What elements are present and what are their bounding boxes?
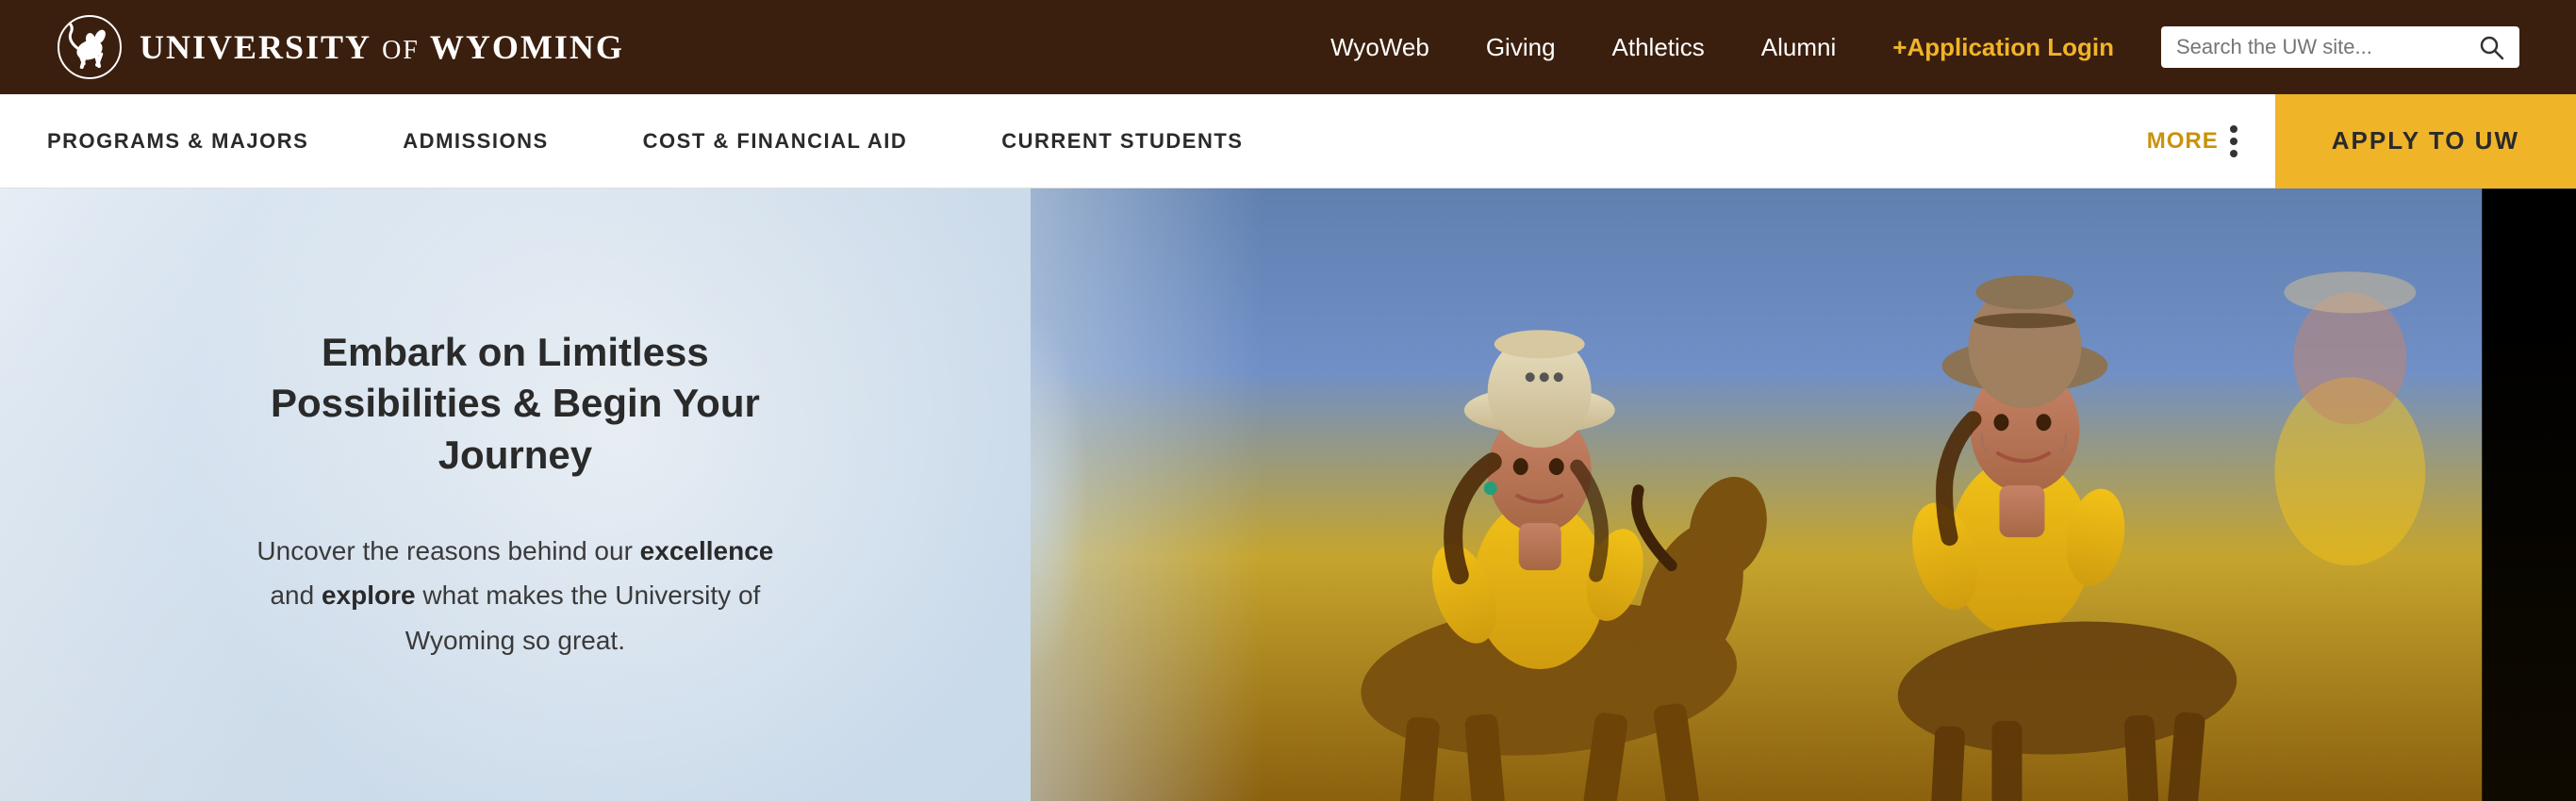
hero-section: Embark on Limitless Possibilities & Begi…	[0, 188, 2576, 801]
more-label: More	[2147, 128, 2219, 155]
nav-admissions[interactable]: Admissions	[355, 94, 595, 188]
apply-to-uw-button[interactable]: Apply to UW	[2275, 94, 2576, 188]
nav-link-wyoweb[interactable]: WyoWeb	[1330, 33, 1429, 62]
hero-content: Embark on Limitless Possibilities & Begi…	[232, 327, 798, 663]
hero-desc-text2: and	[270, 580, 322, 610]
hero-desc-bold2: explore	[322, 580, 416, 610]
top-nav-links: WyoWeb Giving Athletics Alumni +Applicat…	[1330, 33, 2114, 62]
hero-image-area	[1031, 188, 2576, 801]
hero-rodeo-image	[1031, 188, 2576, 801]
logo-area[interactable]: University of Wyoming	[57, 14, 624, 80]
secondary-navigation: Programs & Majors Admissions Cost & Fina…	[0, 94, 2576, 188]
top-navigation: University of Wyoming WyoWeb Giving Athl…	[0, 0, 2576, 94]
search-icon	[2478, 34, 2504, 60]
hero-desc-text3: what makes the University of Wyoming so …	[405, 580, 761, 655]
more-button[interactable]: More	[2109, 125, 2275, 157]
uw-logo-icon	[57, 14, 123, 80]
nav-programs-majors[interactable]: Programs & Majors	[0, 94, 355, 188]
nav-link-alumni[interactable]: Alumni	[1761, 33, 1836, 62]
hero-title: Embark on Limitless Possibilities & Begi…	[232, 327, 798, 482]
hero-desc-bold1: excellence	[640, 536, 774, 565]
search-input[interactable]	[2176, 35, 2478, 59]
secondary-nav-links: Programs & Majors Admissions Cost & Fina…	[0, 94, 2109, 188]
search-button[interactable]	[2478, 34, 2504, 60]
nav-current-students[interactable]: Current Students	[954, 94, 1290, 188]
search-bar[interactable]	[2161, 26, 2519, 68]
university-name-text: University of Wyoming	[140, 27, 624, 67]
hero-text-area: Embark on Limitless Possibilities & Begi…	[0, 188, 1031, 801]
more-dots-icon	[2230, 125, 2237, 157]
hero-description: Uncover the reasons behind our excellenc…	[232, 529, 798, 663]
hero-desc-text1: Uncover the reasons behind our	[256, 536, 639, 565]
nav-link-athletics[interactable]: Athletics	[1612, 33, 1705, 62]
application-login-link[interactable]: +Application Login	[1892, 33, 2114, 62]
nav-cost-financial-aid[interactable]: Cost & Financial Aid	[596, 94, 955, 188]
nav-link-giving[interactable]: Giving	[1486, 33, 1556, 62]
